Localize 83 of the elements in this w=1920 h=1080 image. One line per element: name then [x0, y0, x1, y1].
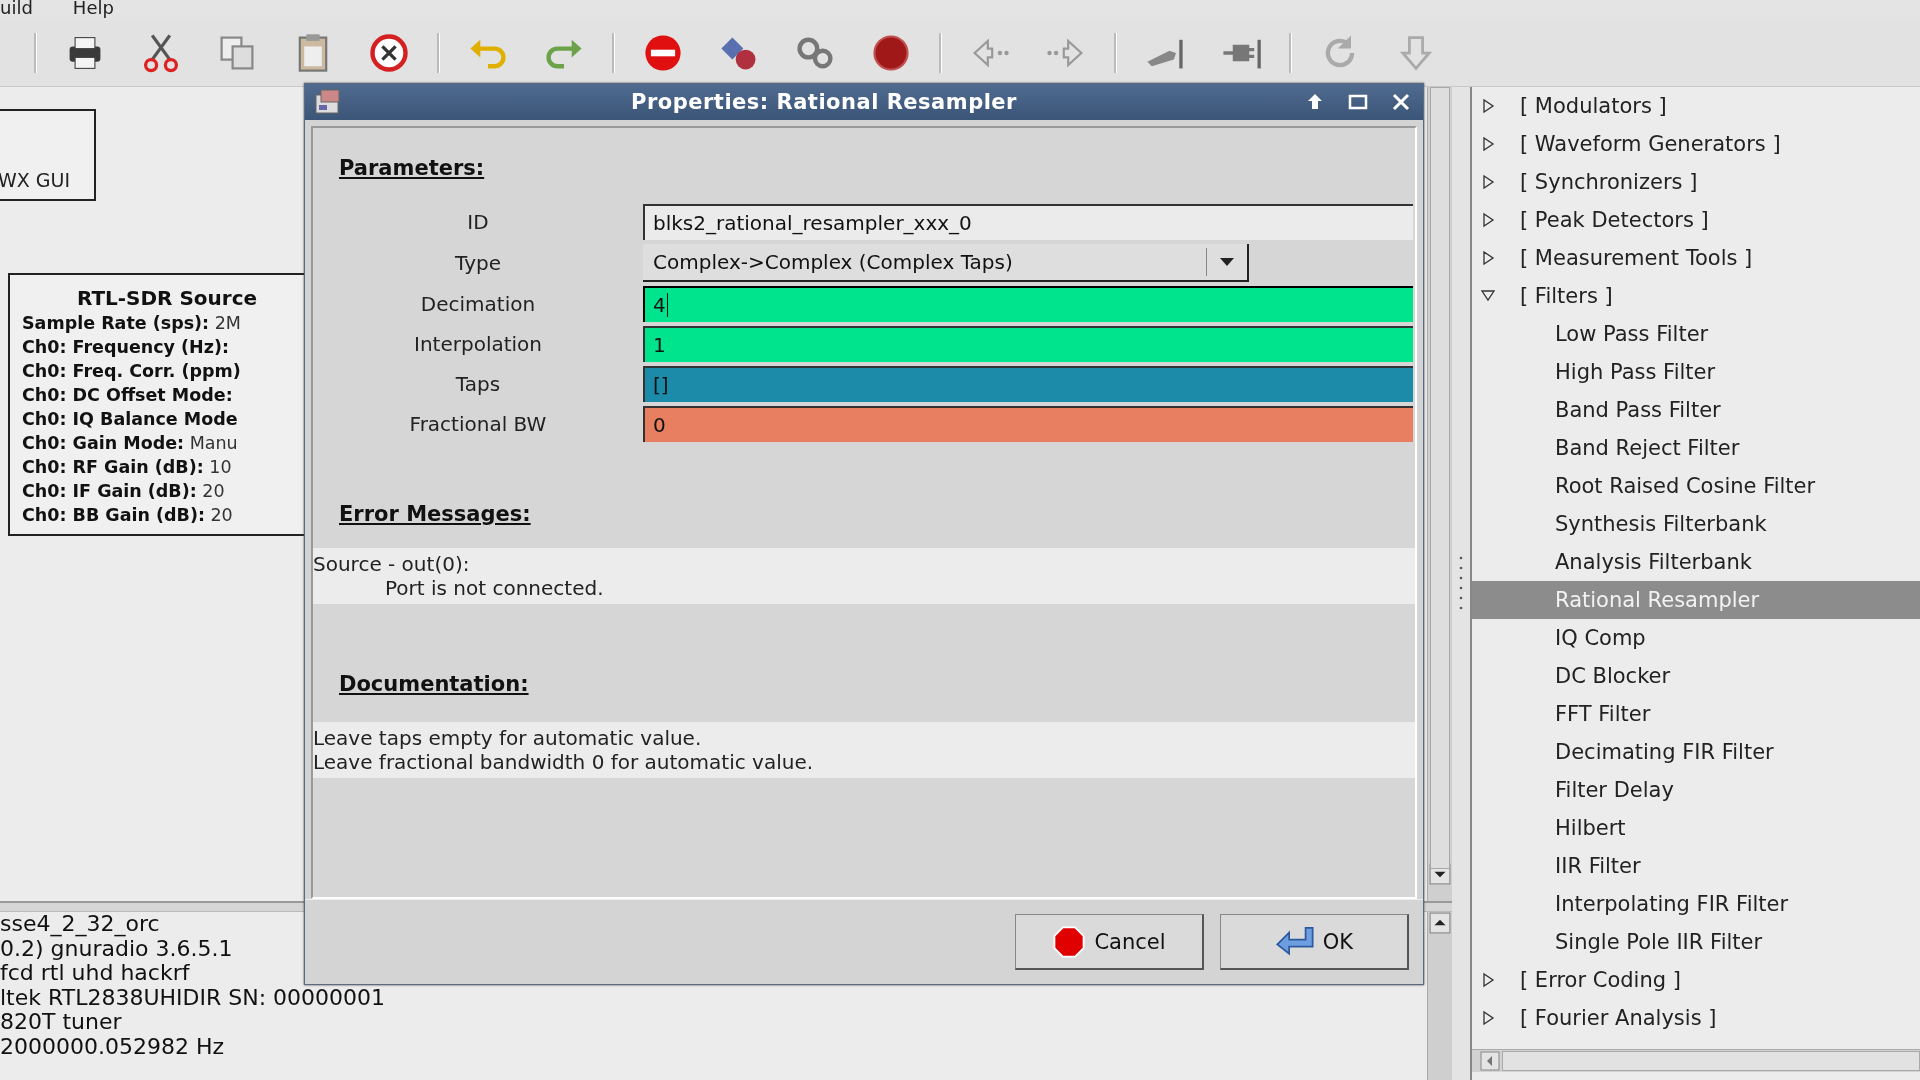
block-param: Ch0: Frequency (Hz): — [22, 336, 230, 359]
tree-item[interactable]: DC Blocker — [1472, 657, 1920, 695]
expander-icon[interactable] — [1480, 136, 1496, 152]
param-label: Fractional BW — [408, 412, 548, 436]
scroll-left-icon[interactable] — [1480, 1051, 1500, 1071]
param-label: Taps — [454, 372, 502, 396]
documentation-text: Leave taps empty for automatic value. — [313, 726, 703, 750]
tree-category[interactable]: [ Error Coding ] — [1520, 968, 1681, 992]
tree-category[interactable]: [ Waveform Generators ] — [1520, 132, 1781, 156]
cancel-button[interactable]: Cancel — [1015, 914, 1204, 970]
tree-item[interactable]: High Pass Filter — [1472, 353, 1920, 391]
dropdown-arrow-icon — [1219, 256, 1235, 268]
stop-icon — [1052, 924, 1087, 959]
tree-item[interactable]: FFT Filter — [1472, 695, 1920, 733]
tree-item[interactable]: IQ Comp — [1472, 619, 1920, 657]
console-line: sse4_2_32_orc — [0, 912, 160, 937]
maximize-icon[interactable] — [1347, 92, 1369, 112]
param-label: Decimation — [419, 292, 537, 316]
tree-item[interactable]: Band Pass Filter — [1472, 391, 1920, 429]
input-field[interactable]: blks2_rational_resampler_xxx_0 — [643, 204, 1413, 240]
param-label: Type — [454, 251, 502, 275]
tree-category[interactable]: [ Fourier Analysis ] — [1520, 1006, 1717, 1030]
param-label: Interpolation — [413, 332, 543, 356]
block-title: RTL-SDR Source — [75, 285, 259, 311]
menu-item[interactable]: Help — [72, 0, 114, 20]
scroll-up-icon[interactable] — [1429, 912, 1451, 934]
expander-icon[interactable] — [1480, 250, 1496, 266]
console-line: 2000000.052982 Hz — [0, 1034, 225, 1059]
tree-item[interactable]: Decimating FIR Filter — [1472, 733, 1920, 771]
expander-icon[interactable] — [1480, 212, 1496, 228]
console-line: ltek RTL2838UHIDIR SN: 00000001 — [0, 985, 386, 1010]
window-title: Properties: Rational Resampler — [630, 90, 1018, 114]
tree-item[interactable]: Synthesis Filterbank — [1472, 505, 1920, 543]
horizontal-scrollbar[interactable] — [1472, 1049, 1920, 1072]
tree-item[interactable]: Analysis Filterbank — [1472, 543, 1920, 581]
block-param: Ch0: IQ Balance Mode — [22, 408, 239, 431]
block-param: Ch0: DC Offset Mode: — [22, 384, 234, 407]
error-source: Source - out(0): — [313, 552, 471, 576]
section-heading: Error Messages: — [338, 502, 531, 526]
tree-category[interactable]: [ Measurement Tools ] — [1520, 246, 1753, 270]
expander-icon[interactable] — [1480, 174, 1496, 190]
tree-category[interactable]: [ Filters ] — [1520, 284, 1613, 308]
close-icon[interactable] — [1391, 92, 1411, 112]
expander-icon[interactable] — [1480, 1010, 1496, 1026]
vertical-scrollbar[interactable] — [1427, 912, 1452, 1080]
tree-item[interactable]: IIR Filter — [1472, 847, 1920, 885]
error-message: Port is not connected. — [384, 576, 605, 600]
tree-item[interactable]: Hilbert — [1472, 809, 1920, 847]
console-line: fcd rtl uhd hackrf — [0, 961, 190, 986]
ok-button[interactable]: OK — [1220, 914, 1409, 970]
documentation-text: Leave fractional bandwidth 0 for automatic value. — [313, 750, 815, 774]
block-param: Sample Rate (sps): 2M — [22, 312, 242, 335]
menu-item[interactable]: uild — [0, 0, 33, 20]
input-field[interactable]: 0 — [643, 406, 1413, 442]
console-line: 820T tuner — [0, 1010, 122, 1035]
tree-category[interactable]: [ Synchronizers ] — [1520, 170, 1698, 194]
block-param: Ch0: IF Gain (dB): 20 — [22, 480, 226, 503]
tree-item[interactable]: Band Reject Filter — [1472, 429, 1920, 467]
delete-icon[interactable] — [367, 31, 411, 75]
input-field[interactable]: 1 — [643, 326, 1413, 362]
block-param: Ch0: Freq. Corr. (ppm) — [22, 360, 242, 383]
input-field[interactable]: [] — [643, 366, 1413, 402]
tree-category[interactable]: [ Peak Detectors ] — [1520, 208, 1709, 232]
block-param: Ch0: Gain Mode: Manu — [22, 432, 239, 455]
dropdown[interactable]: Complex->Complex (Complex Taps) — [643, 244, 1249, 282]
block-param: Ch0: BB Gain (dB): 20 — [22, 504, 234, 527]
tree-item[interactable]: Filter Delay — [1472, 771, 1920, 809]
app-icon — [313, 87, 343, 117]
section-heading: Documentation: — [338, 672, 529, 696]
tree-item[interactable]: Single Pole IIR Filter — [1472, 923, 1920, 961]
block-param: Ch0: RF Gain (dB): 10 — [22, 456, 233, 479]
text-caret — [666, 293, 668, 317]
console-line: 0.2) gnuradio 3.6.5.1 — [0, 936, 233, 961]
tree-category[interactable]: [ Modulators ] — [1520, 94, 1667, 118]
vertical-scrollbar[interactable] — [1427, 87, 1452, 901]
section-heading: Parameters: — [338, 156, 485, 180]
tree-item[interactable]: Low Pass Filter — [1472, 315, 1920, 353]
input-field[interactable]: 4 — [643, 286, 1413, 322]
param-label: ID — [466, 210, 490, 234]
expander-icon[interactable] — [1480, 972, 1496, 988]
tree-item[interactable]: Interpolating FIR Filter — [1472, 885, 1920, 923]
expander-icon[interactable] — [1480, 98, 1496, 114]
tree-item[interactable]: Root Raised Cosine Filter — [1472, 467, 1920, 505]
